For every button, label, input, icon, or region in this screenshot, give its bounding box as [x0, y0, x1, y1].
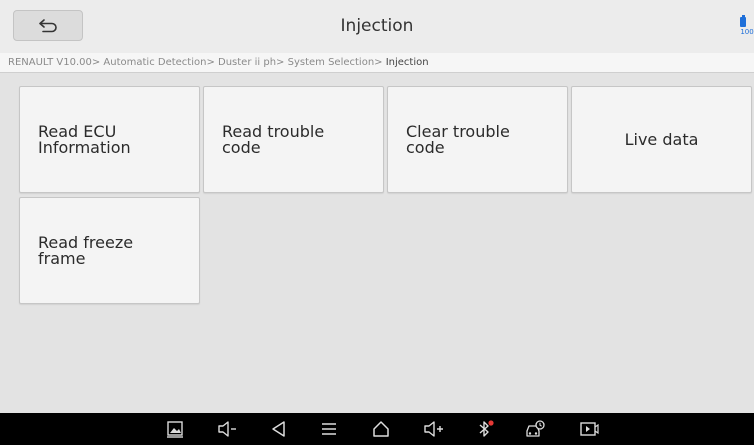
home-icon[interactable] — [368, 417, 394, 441]
read-trouble-code-button[interactable]: Read trouble code — [203, 86, 384, 193]
battery-icon — [740, 15, 746, 27]
header-bar: Injection 100 — [0, 0, 754, 53]
volume-down-icon[interactable] — [214, 417, 240, 441]
tile-label: Read freeze frame — [38, 232, 134, 268]
breadcrumb-path: RENAULT V10.00> Automatic Detection> Dus… — [8, 57, 386, 68]
screenshot-icon[interactable] — [162, 417, 188, 441]
tile-label: Read ECU Information — [38, 121, 131, 157]
function-grid: Read ECU Information Read trouble code C… — [19, 86, 752, 304]
live-data-button[interactable]: Live data — [571, 86, 752, 193]
breadcrumb: RENAULT V10.00> Automatic Detection> Dus… — [0, 53, 754, 73]
bluetooth-icon[interactable] — [472, 417, 498, 441]
tile-label: Read trouble code — [222, 121, 325, 157]
read-freeze-frame-button[interactable]: Read freeze frame — [19, 197, 200, 304]
back-icon[interactable] — [266, 417, 292, 441]
breadcrumb-current: Injection — [385, 57, 429, 68]
battery-indicator: 100 — [732, 15, 754, 41]
screen-record-icon[interactable] — [576, 417, 602, 441]
volume-up-icon[interactable] — [420, 417, 446, 441]
battery-label: 100 — [740, 28, 754, 36]
read-ecu-information-button[interactable]: Read ECU Information — [19, 86, 200, 193]
page-title: Injection — [340, 16, 414, 36]
car-diagnostic-icon[interactable] — [522, 417, 548, 441]
system-navigation-bar — [0, 413, 754, 445]
tile-label: Live data — [624, 129, 699, 149]
menu-icon[interactable] — [316, 417, 342, 441]
clear-trouble-code-button[interactable]: Clear trouble code — [387, 86, 568, 193]
tile-label: Clear trouble code — [406, 121, 510, 157]
